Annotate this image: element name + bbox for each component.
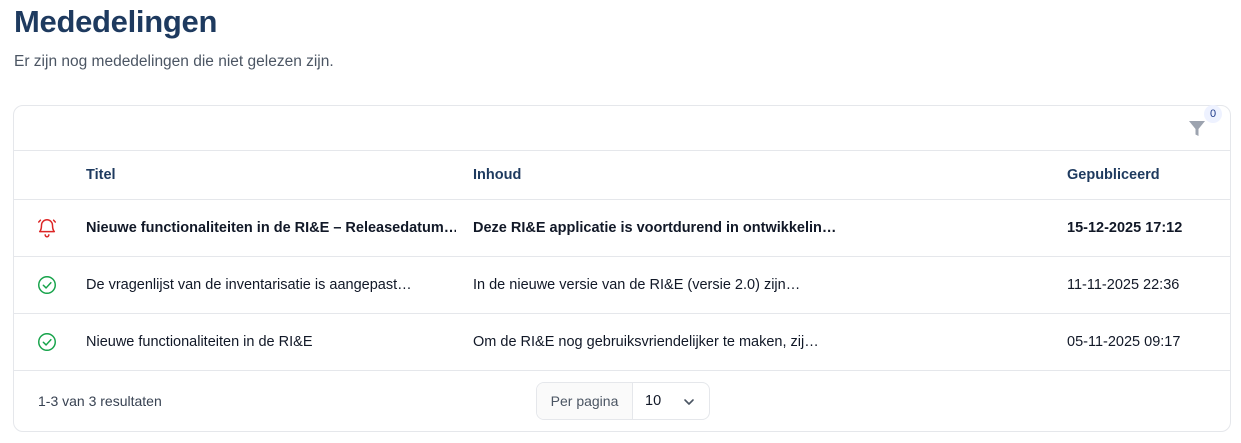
page-title: Mededelingen <box>14 4 218 39</box>
row-content: In de nieuwe versie van de RI&E (versie … <box>473 277 801 293</box>
row-content: Deze RI&E applicatie is voortdurend in o… <box>473 220 837 236</box>
table-row[interactable]: Nieuwe functionaliteiten in de RI&E – Re… <box>14 200 1230 257</box>
table-row[interactable]: De vragenlijst van de inventarisatie is … <box>14 257 1230 314</box>
page-subtitle: Er zijn nog mededelingen die niet geleze… <box>14 53 334 70</box>
row-title: De vragenlijst van de inventarisatie is … <box>86 277 412 293</box>
status-cell <box>36 257 66 313</box>
filter-icon <box>1189 121 1205 136</box>
per-page-value: 10 <box>645 393 662 409</box>
results-count: 1-3 van 3 resultaten <box>38 393 162 409</box>
check-circle-icon <box>38 276 56 294</box>
column-header-published[interactable]: Gepubliceerd <box>1067 151 1217 199</box>
table-footer: 1-3 van 3 resultaten Per pagina 10 <box>14 371 1230 431</box>
column-header-content[interactable]: Inhoud <box>473 151 1033 199</box>
status-cell <box>36 314 66 370</box>
announcements-card: 0 Titel Inhoud Gepubliceerd Nieuwe funct… <box>13 105 1231 432</box>
per-page-select[interactable]: 10 <box>633 383 709 419</box>
row-published: 15-12-2025 17:12 <box>1067 220 1183 236</box>
table-row[interactable]: Nieuwe functionaliteiten in de RI&E Om d… <box>14 314 1230 371</box>
table-header: Titel Inhoud Gepubliceerd <box>14 151 1230 200</box>
status-cell <box>36 200 66 256</box>
row-title: Nieuwe functionaliteiten in de RI&E – Re… <box>86 220 456 236</box>
check-circle-icon <box>38 333 56 351</box>
table-toolbar: 0 <box>14 105 1230 151</box>
per-page-control: Per pagina 10 <box>536 382 710 420</box>
chevron-down-icon <box>684 399 694 405</box>
row-published: 11-11-2025 22:36 <box>1067 277 1180 293</box>
row-content: Om de RI&E nog gebruiksvriendelijker te … <box>473 334 819 350</box>
row-title: Nieuwe functionaliteiten in de RI&E <box>86 334 313 350</box>
per-page-label: Per pagina <box>537 383 633 419</box>
row-published: 05-11-2025 09:17 <box>1067 334 1181 350</box>
filter-count-badge: 0 <box>1204 105 1222 123</box>
bell-icon <box>38 219 56 238</box>
column-header-title[interactable]: Titel <box>86 151 456 199</box>
